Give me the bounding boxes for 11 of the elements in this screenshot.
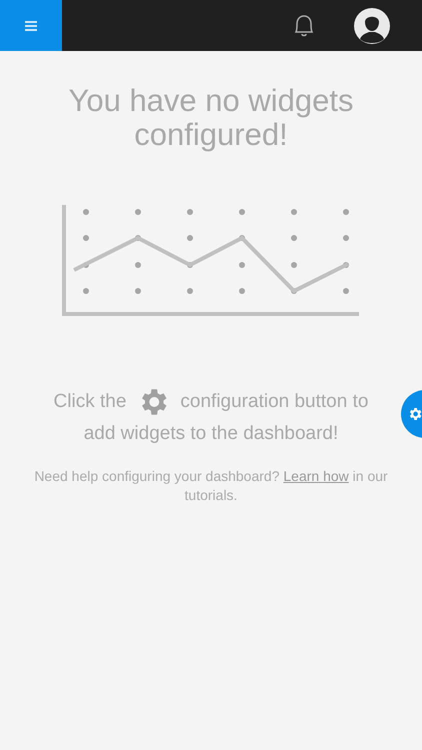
menu-icon: [25, 20, 37, 30]
instruction-text: configuration button to: [180, 390, 368, 414]
instruction-text: add widgets to the dashboard!: [84, 422, 338, 446]
instruction-text: Click the: [54, 390, 126, 414]
learn-how-link[interactable]: Learn how: [283, 468, 349, 484]
gear-icon: [407, 406, 422, 422]
avatar-icon[interactable]: [354, 8, 390, 44]
bell-icon[interactable]: [292, 12, 316, 38]
empty-state-heading: You have no widgets configured!: [68, 84, 354, 152]
help-text: Need help configuring your dashboard? Learn how in our tutorials.: [33, 467, 389, 505]
menu-button[interactable]: [0, 0, 62, 51]
